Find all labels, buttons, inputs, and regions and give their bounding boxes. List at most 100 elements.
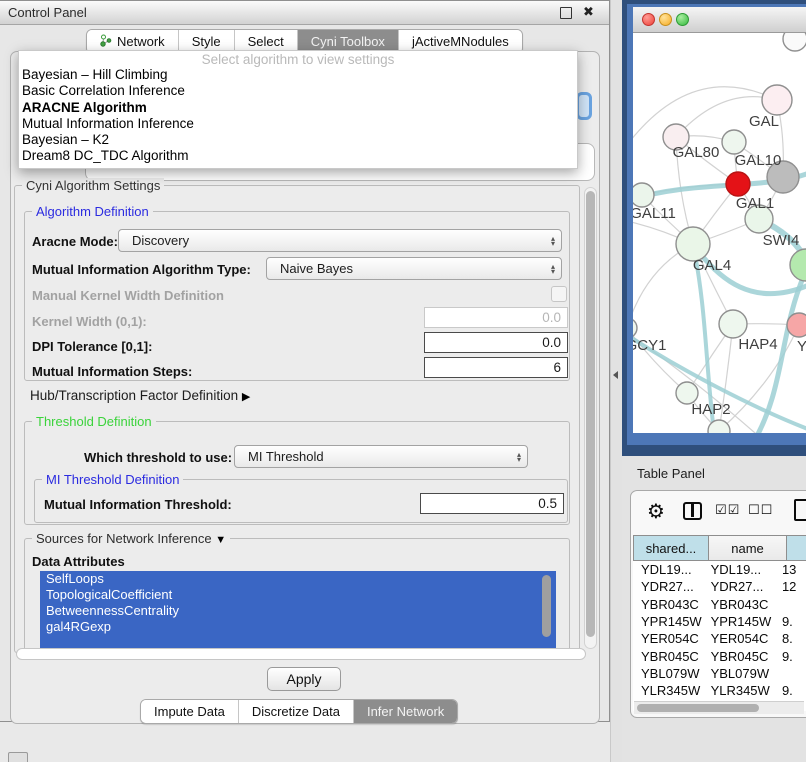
stepper-icon: ▴▾ [517,452,521,462]
minimize-traffic-icon[interactable] [659,13,672,26]
network-node-label: HAP4 [738,336,777,353]
aracne-mode-value: Discovery [119,233,551,248]
table-row[interactable]: YER054CYER054C8. [633,630,806,647]
tab-label: Discretize Data [252,704,340,719]
network-node-label: GAL4 [693,257,731,274]
table-cell: 9. [774,614,806,629]
algorithm-dropdown-list: Bayesian – Hill ClimbingBasic Correlatio… [19,67,577,165]
algorithm-dropdown-prompt: Select algorithm to view settings [19,52,577,67]
close-traffic-icon[interactable] [642,13,655,26]
algorithm-option-bayesian-hill-climbing[interactable]: Bayesian – Hill Climbing [19,67,577,83]
gear-icon[interactable]: ⚙ [647,499,665,524]
algorithm-definition-title: Algorithm Definition [32,204,153,219]
table-row[interactable]: YBR045CYBR045C9. [633,647,806,664]
manual-kernel-checkbox[interactable] [551,286,567,302]
column-header-2[interactable] [787,535,806,561]
control-panel-window: Control Panel ✖ NetworkStyleSelectCyni T… [0,0,610,722]
attributes-scrollbar[interactable] [542,575,551,637]
table-row[interactable]: YPR145WYPR145W9. [633,613,806,630]
table-row[interactable]: YBL079WYBL079W [633,665,806,682]
table-cell: YLR345W [703,683,774,698]
document-icon[interactable] [794,499,806,521]
table-row[interactable]: YBR043CYBR043C [633,596,806,613]
algorithm-option-basic-correlation-inference[interactable]: Basic Correlation Inference [19,83,577,99]
algorithm-option-dream8-dc-tdc-algorithm[interactable]: Dream8 DC_TDC Algorithm [19,148,577,164]
network-node-gal10[interactable] [722,130,746,154]
table-cell: 9. [774,649,806,664]
mi-threshold-field[interactable]: 0.5 [420,493,564,514]
network-node-gal1[interactable] [726,172,750,196]
table-panel-title: Table Panel [637,466,705,481]
table-cell: YBL079W [703,666,774,681]
network-node-label: GCY1 [633,337,666,354]
mi-steps-field[interactable]: 6 [424,357,568,378]
network-desktop: GALGAL80GAL10GAL1GAL11SWI4GAL4GCY1HAP4YH… [622,0,806,456]
network-node-hap4[interactable] [719,310,747,338]
dpi-tolerance-field[interactable]: 0.0 [424,332,568,353]
algorithm-option-mutual-information-inference[interactable]: Mutual Information Inference [19,116,577,132]
tab-label: Network [117,34,165,49]
control-panel-titlebar[interactable]: Control Panel ✖ [0,1,609,25]
zoom-traffic-icon[interactable] [676,13,689,26]
network-view-window[interactable]: GALGAL80GAL10GAL1GAL11SWI4GAL4GCY1HAP4YH… [627,4,806,445]
mi-type-combo[interactable]: Naive Bayes ▴▾ [266,257,562,280]
sources-title-label: Sources for Network Inference [36,531,212,546]
table-cell: YPR145W [703,614,774,629]
attribute-betweennesscentrality[interactable]: BetweennessCentrality [40,603,556,619]
column-header-name[interactable]: name [709,535,787,561]
attribute-topologicalcoefficient[interactable]: TopologicalCoefficient [40,587,556,603]
network-node-gcy1[interactable] [633,318,637,338]
select-all-checkboxes-icon[interactable]: ☑☑ [715,502,740,518]
float-window-icon[interactable] [560,7,572,19]
aracne-mode-combo[interactable]: Discovery ▴▾ [118,229,562,252]
hub-definition-toggle[interactable]: Hub/Transcription Factor Definition ▶ [30,388,250,403]
network-node-gal11[interactable] [633,183,654,207]
table-cell: 13 [774,562,806,577]
table-hscrollbar[interactable] [634,701,804,714]
which-threshold-combo[interactable]: MI Threshold ▴▾ [234,445,528,468]
algorithm-option-bayesian-k2[interactable]: Bayesian – K2 [19,132,577,148]
table-cell: YBR043C [703,597,774,612]
collapse-down-icon: ▼ [215,534,226,546]
table-cell: 12 [774,579,806,594]
settings-scrollbar[interactable] [584,187,597,649]
split-columns-icon[interactable] [683,502,702,520]
apply-button[interactable]: Apply [267,667,341,691]
tab-infer-network[interactable]: Infer Network [354,700,457,723]
data-attributes-label: Data Attributes [32,554,125,569]
table-cell: YPR145W [633,614,703,629]
attribute-selfloops[interactable]: SelfLoops [40,571,556,587]
table-cell: 9. [774,683,806,698]
network-node[interactable] [790,249,806,281]
column-header-shared[interactable]: shared... [633,535,709,561]
kernel-width-field[interactable]: 0.0 [424,307,568,328]
network-canvas[interactable]: GALGAL80GAL10GAL1GAL11SWI4GAL4GCY1HAP4YH… [633,33,806,433]
manual-kernel-label: Manual Kernel Width Definition [32,288,224,303]
tab-impute-data[interactable]: Impute Data [141,700,239,723]
threshold-definition-title: Threshold Definition [32,414,156,429]
sources-title[interactable]: Sources for Network Inference ▼ [32,531,230,546]
kernel-width-label: Kernel Width (0,1): [32,314,147,329]
settings-hscrollbar[interactable] [16,648,586,660]
network-window-titlebar[interactable] [633,7,806,33]
aracne-mode-label: Aracne Mode: [32,234,118,249]
table-row[interactable]: YDR27...YDR27...12 [633,578,806,595]
tab-discretize-data[interactable]: Discretize Data [239,700,354,723]
tab-label: Style [192,34,221,49]
table-row[interactable]: YLR345WYLR345W9. [633,682,806,699]
collapse-left-icon[interactable] [613,371,618,379]
panel-divider[interactable] [610,0,622,762]
network-node[interactable] [783,33,806,51]
network-node-y[interactable] [787,313,806,337]
attribute-gal4rgexp[interactable]: gal4RGexp [40,619,556,635]
table-panel-section: Table Panel ⚙ ☑☑ ☐☐ shared...name YDL19.… [622,456,806,762]
deselect-all-checkboxes-icon[interactable]: ☐☐ [748,502,773,518]
network-node-gal4[interactable] [676,227,710,261]
table-cell: YLR345W [633,683,703,698]
table-cell: YDR27... [633,579,703,594]
algorithm-option-aracne-algorithm[interactable]: ARACNE Algorithm [19,100,577,116]
mi-steps-label: Mutual Information Steps: [32,364,192,379]
close-icon[interactable]: ✖ [583,4,594,20]
network-node-gal[interactable] [762,85,792,115]
table-row[interactable]: YDL19...YDL19...13 [633,561,806,578]
